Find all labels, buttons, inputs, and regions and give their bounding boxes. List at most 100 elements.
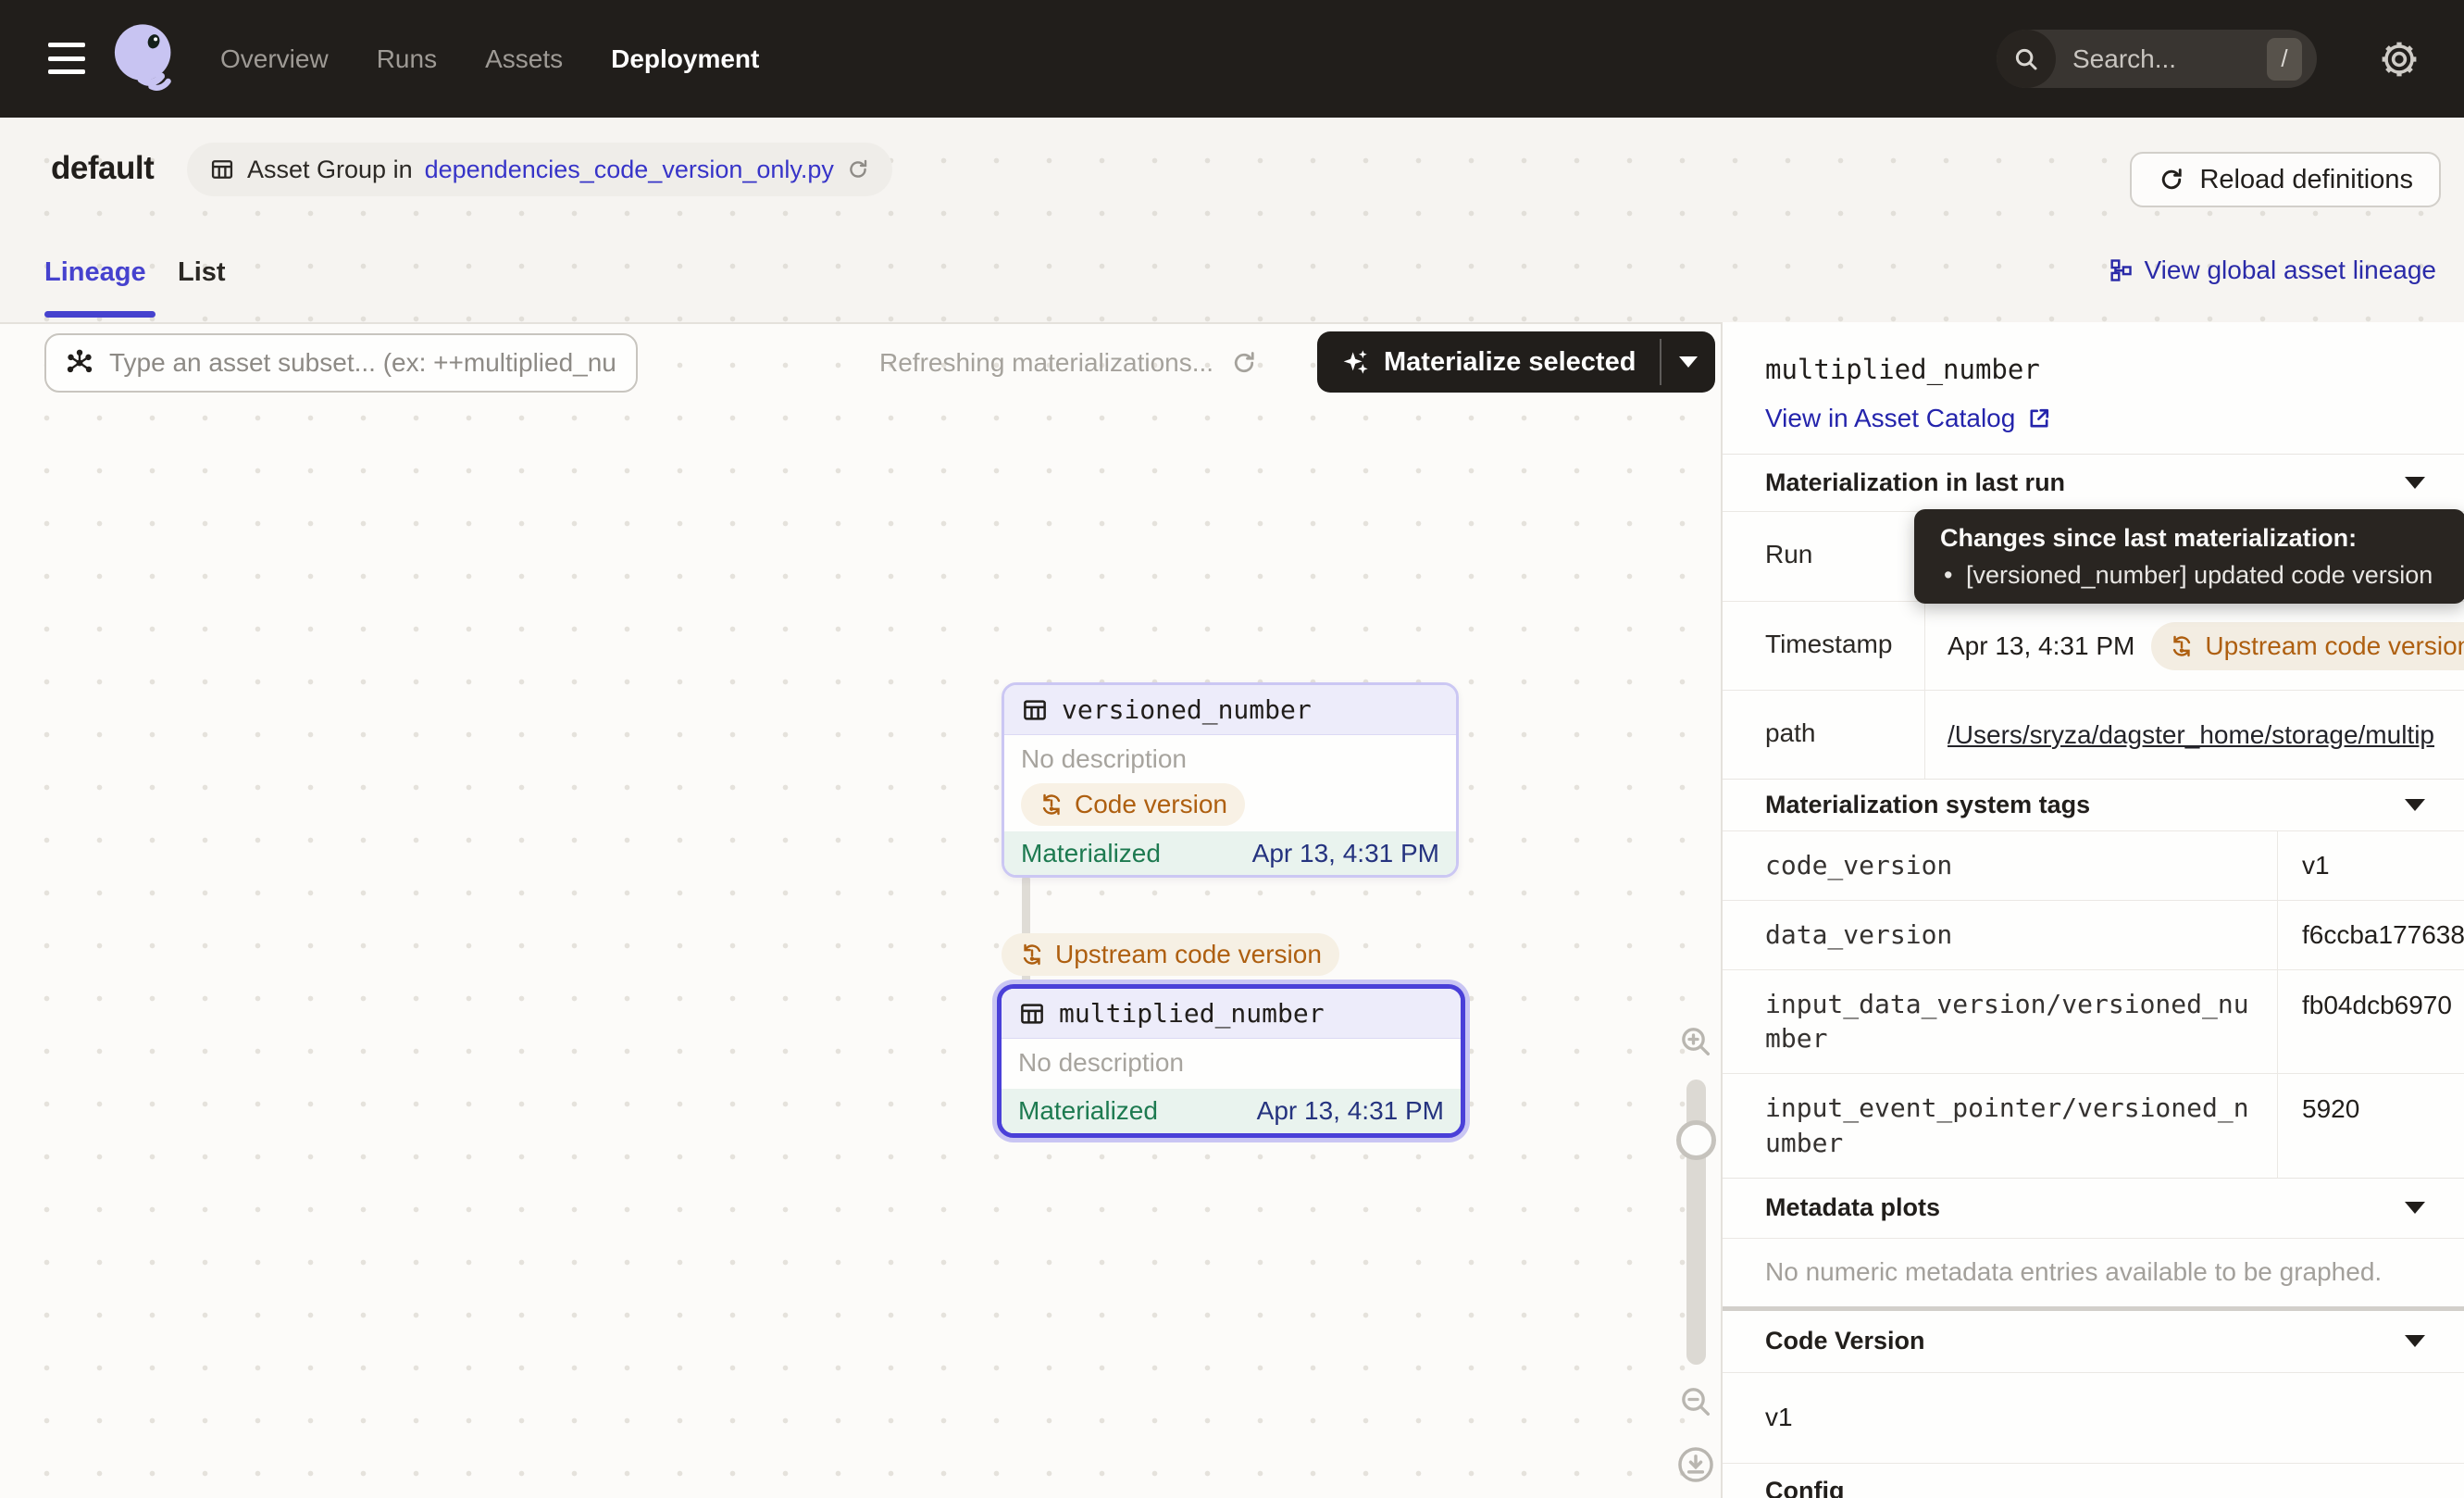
top-navbar: Overview Runs Assets Deployment Search..…	[0, 0, 2464, 118]
refresh-icon	[2158, 166, 2185, 193]
node-description: No description	[1018, 1048, 1184, 1078]
tag-key: input_data_version/versioned_number	[1723, 970, 2278, 1074]
settings-gear-icon[interactable]	[2377, 37, 2421, 81]
changes-tooltip: Changes since last materialization: [ver…	[1914, 509, 2464, 604]
materialized-timestamp: Apr 13, 4:31 PM	[1252, 839, 1439, 868]
section-label: Materialization in last run	[1765, 468, 2065, 497]
section-system-tags[interactable]: Materialization system tags	[1723, 779, 2464, 830]
upstream-code-version-badge[interactable]: Upstream code version	[1002, 933, 1339, 976]
changed-code-version-icon	[1039, 792, 1064, 818]
node-status-bar: Materialized Apr 13, 4:31 PM	[1002, 1089, 1461, 1133]
page-title: default	[51, 150, 154, 187]
table-row: data_version f6ccba177638	[1723, 900, 2464, 969]
asset-node-multiplied-number-selected[interactable]: multiplied_number No description Materia…	[997, 984, 1465, 1138]
sparkle-icon	[1341, 347, 1371, 377]
metadata-plots-empty-message: No numeric metadata entries available to…	[1723, 1238, 2464, 1311]
zoom-out-icon[interactable]	[1677, 1383, 1714, 1420]
filter-placeholder: Type an asset subset... (ex: ++multiplie…	[109, 348, 616, 378]
download-image-icon[interactable]	[1675, 1444, 1716, 1485]
tag-value: 5920	[2278, 1074, 2464, 1178]
reload-definitions-button[interactable]: Reload definitions	[2130, 152, 2441, 207]
materialized-status: Materialized	[1018, 1096, 1158, 1126]
section-label: Materialization system tags	[1765, 791, 2090, 819]
refreshing-status: Refreshing materializations...	[879, 333, 1258, 393]
asset-subset-filter-input[interactable]: Type an asset subset... (ex: ++multiplie…	[44, 333, 638, 393]
node-body: No description	[1002, 1039, 1461, 1089]
table-row-timestamp: Timestamp Apr 13, 4:31 PM Upstream code …	[1723, 601, 2464, 690]
table-grid-icon	[1021, 696, 1049, 724]
materialize-dropdown-button[interactable]	[1661, 331, 1715, 393]
materialized-timestamp: Apr 13, 4:31 PM	[1257, 1096, 1444, 1126]
tag-key: code_version	[1723, 831, 2278, 900]
table-row-path: path /Users/sryza/dagster_home/storage/m…	[1723, 690, 2464, 779]
section-metadata-plots[interactable]: Metadata plots	[1723, 1178, 2464, 1238]
tag-value: v1	[2278, 831, 2464, 900]
refresh-spinner-icon[interactable]	[1230, 349, 1258, 377]
tab-list[interactable]: List	[178, 257, 226, 288]
node-description: No description	[1021, 744, 1187, 774]
section-label: Config	[1765, 1477, 1844, 1498]
code-version-value: v1	[1723, 1372, 2464, 1464]
search-input[interactable]: Search... /	[1997, 30, 2317, 88]
upstream-code-version-label: Upstream code version	[1055, 940, 1322, 969]
changed-code-version-icon	[1019, 942, 1045, 967]
section-code-version[interactable]: Code Version	[1723, 1311, 2464, 1372]
collapse-caret-icon[interactable]	[2405, 477, 2425, 489]
node-header: versioned_number	[1004, 685, 1456, 735]
nav-item-assets[interactable]: Assets	[485, 44, 563, 74]
materialized-status: Materialized	[1021, 839, 1161, 868]
asset-sidebar-panel: multiplied_number View in Asset Catalog …	[1721, 322, 2464, 1498]
view-global-lineage-label: View global asset lineage	[2145, 256, 2436, 285]
badge-label: Upstream code version	[2205, 631, 2464, 661]
nav-item-overview[interactable]: Overview	[220, 44, 329, 74]
row-label: Timestamp	[1723, 602, 1925, 690]
graph-filter-icon	[65, 348, 94, 378]
asset-group-file-link[interactable]: dependencies_code_version_only.py	[425, 156, 834, 184]
tooltip-item: [versioned_number] updated code version	[1940, 561, 2440, 590]
timestamp-value: Apr 13, 4:31 PM	[1948, 631, 2134, 661]
active-tab-underline	[44, 311, 156, 318]
nav-item-runs[interactable]: Runs	[377, 44, 437, 74]
section-materialization-last-run[interactable]: Materialization in last run	[1723, 454, 2464, 511]
view-in-asset-catalog-link[interactable]: View in Asset Catalog	[1765, 404, 2052, 433]
section-config[interactable]: Config	[1723, 1464, 2464, 1498]
changed-code-version-icon	[2169, 633, 2195, 659]
code-version-badge[interactable]: Code version	[1021, 783, 1245, 826]
tag-key: input_event_pointer/versioned_number	[1723, 1074, 2278, 1178]
dagster-logo-icon[interactable]	[104, 19, 185, 100]
tooltip-title: Changes since last materialization:	[1940, 524, 2440, 553]
dagster-app: Overview Runs Assets Deployment Search..…	[0, 0, 2464, 1498]
nav-item-deployment[interactable]: Deployment	[611, 44, 759, 74]
panel-header: multiplied_number View in Asset Catalog	[1723, 322, 2464, 454]
table-row: code_version v1	[1723, 830, 2464, 900]
zoom-slider-handle[interactable]	[1676, 1120, 1716, 1160]
asset-group-chip[interactable]: Asset Group in dependencies_code_version…	[187, 143, 892, 196]
table-row: input_event_pointer/versioned_number 592…	[1723, 1073, 2464, 1178]
table-grid-icon	[209, 156, 235, 182]
external-link-icon	[2026, 406, 2052, 431]
selected-asset-name: multiplied_number	[1765, 354, 2421, 385]
chevron-down-icon	[1679, 356, 1698, 368]
nav-links: Overview Runs Assets Deployment	[220, 0, 759, 118]
collapse-caret-icon[interactable]	[2405, 1335, 2425, 1347]
zoom-in-icon[interactable]	[1677, 1023, 1714, 1060]
menu-icon[interactable]	[48, 43, 85, 74]
reload-definitions-label: Reload definitions	[2199, 165, 2413, 195]
materialize-selected-button[interactable]: Materialize selected	[1317, 331, 1715, 393]
lineage-graph-icon	[2108, 257, 2134, 283]
tag-value: f6ccba177638	[2278, 901, 2464, 969]
asset-node-versioned-number[interactable]: versioned_number No description Code ver…	[1002, 682, 1459, 878]
tab-lineage[interactable]: Lineage	[44, 257, 146, 288]
search-icon	[1997, 30, 2056, 88]
node-name: versioned_number	[1062, 694, 1312, 725]
upstream-code-version-badge[interactable]: Upstream code version	[2151, 622, 2464, 670]
reload-group-icon[interactable]	[846, 157, 870, 181]
section-label: Code Version	[1765, 1327, 1925, 1355]
node-name: multiplied_number	[1059, 998, 1325, 1029]
view-global-lineage-link[interactable]: View global asset lineage	[2108, 256, 2436, 285]
section-label: Metadata plots	[1765, 1193, 1940, 1222]
table-row: input_data_version/versioned_number fb04…	[1723, 969, 2464, 1074]
collapse-caret-icon[interactable]	[2405, 799, 2425, 811]
collapse-caret-icon[interactable]	[2405, 1202, 2425, 1214]
storage-path-link[interactable]: /Users/sryza/dagster_home/storage/multip	[1948, 720, 2434, 750]
